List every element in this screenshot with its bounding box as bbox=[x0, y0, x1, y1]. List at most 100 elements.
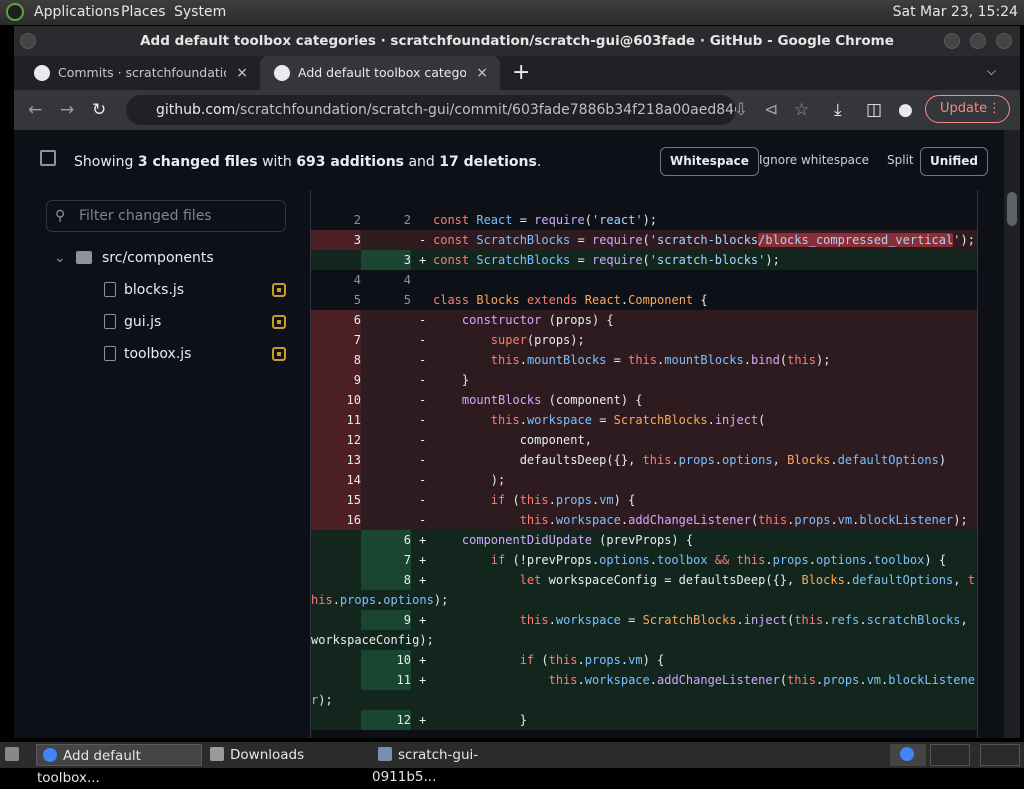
chrome-window: Add default toolbox categories · scratch… bbox=[14, 26, 1020, 738]
files-count: 3 changed files bbox=[137, 154, 258, 170]
close-window-icon[interactable] bbox=[996, 33, 1012, 49]
browser-toolbar: ← → ↻ github.com/scratchfoundation/scrat… bbox=[14, 90, 1020, 130]
summary-text: and bbox=[408, 154, 435, 170]
install-app-icon[interactable]: ⇩ bbox=[734, 100, 748, 120]
places-menu[interactable]: Places bbox=[121, 4, 166, 20]
close-tab-icon[interactable]: × bbox=[236, 56, 248, 90]
taskbar-downloads-window[interactable]: Downloads bbox=[204, 744, 370, 766]
filter-changed-files-input[interactable]: ⚲ Filter changed files bbox=[46, 200, 286, 232]
modified-icon bbox=[272, 283, 286, 297]
reload-icon[interactable]: ↻ bbox=[92, 100, 106, 120]
diff-line: 10 + if (this.props.vm) { bbox=[311, 650, 977, 670]
bookmark-star-icon[interactable]: ☆ bbox=[794, 100, 809, 120]
modified-icon bbox=[272, 315, 286, 329]
file-label: toolbox.js bbox=[124, 346, 192, 362]
desktop-top-panel: Applications Places System Sat Mar 23, 1… bbox=[0, 0, 1024, 25]
update-button[interactable]: Update ⋮ bbox=[925, 95, 1010, 123]
diff-line: 9- } bbox=[311, 370, 977, 390]
tab-strip: Commits · scratchfoundation/ × Add defau… bbox=[14, 56, 1020, 90]
show-desktop-icon[interactable] bbox=[2, 744, 22, 766]
address-bar[interactable]: github.com/scratchfoundation/scratch-gui… bbox=[126, 95, 736, 125]
close-tab-icon[interactable]: × bbox=[476, 56, 488, 90]
applications-menu[interactable]: Applications bbox=[34, 4, 120, 20]
archive-icon bbox=[378, 747, 392, 761]
workspace-2[interactable] bbox=[930, 744, 970, 766]
tree-file[interactable]: blocks.js bbox=[54, 274, 294, 306]
taskbar-chrome-window[interactable]: Add default toolbox... bbox=[36, 744, 202, 786]
url-host: github.com bbox=[156, 102, 236, 118]
distro-logo-icon[interactable] bbox=[6, 3, 24, 21]
diff-line: 5 5 class Blocks extends React.Component { bbox=[353, 293, 708, 307]
chevron-down-icon[interactable]: ⌄ bbox=[54, 242, 66, 274]
folder-icon bbox=[210, 747, 224, 761]
share-icon[interactable]: ⊲ bbox=[764, 100, 778, 120]
diff-line: 6 + componentDidUpdate (prevProps) { bbox=[311, 530, 977, 550]
window-titlebar[interactable]: Add default toolbox categories · scratch… bbox=[14, 26, 1020, 56]
workspace-3[interactable] bbox=[980, 744, 1020, 766]
toggle-file-tree-icon[interactable] bbox=[40, 150, 56, 166]
whitespace-button[interactable]: Whitespace bbox=[660, 147, 759, 176]
diff-line: 15- if (this.props.vm) { bbox=[311, 490, 977, 510]
forward-icon[interactable]: → bbox=[60, 100, 74, 120]
update-label: Update bbox=[940, 101, 988, 116]
tree-file[interactable]: gui.js bbox=[54, 306, 294, 338]
diff-line: 14- ); bbox=[311, 470, 977, 490]
back-icon[interactable]: ← bbox=[28, 100, 42, 120]
new-tab-button[interactable]: + bbox=[512, 60, 530, 85]
diff-line: 9 + this.workspace = ScratchBlocks.inject… bbox=[311, 610, 977, 650]
tab-label: Commits · scratchfoundation/ bbox=[58, 65, 226, 80]
tree-folder[interactable]: ⌄ src/components bbox=[54, 242, 294, 274]
file-icon bbox=[104, 314, 116, 329]
tab-commits[interactable]: Commits · scratchfoundation/ × bbox=[20, 56, 260, 90]
github-icon bbox=[274, 65, 290, 81]
summary-text: with bbox=[262, 154, 292, 170]
modified-icon bbox=[272, 347, 286, 361]
diff-line: 44 bbox=[353, 273, 411, 287]
diff-line: 2 2 const React = require('react'); bbox=[353, 213, 658, 227]
diff-line: 8 + let workspaceConfig = defaultsDeep({}… bbox=[311, 570, 977, 610]
ignore-whitespace-button[interactable]: Ignore whitespace bbox=[750, 147, 878, 176]
diff-line: 16- this.workspace.addChangeListener(thi… bbox=[311, 510, 977, 530]
diff-line: 12- component, bbox=[311, 430, 977, 450]
unified-button[interactable]: Unified bbox=[920, 147, 989, 176]
tab-label: Add default toolbox categorie bbox=[298, 65, 466, 80]
diff-line: 7 + if (!prevProps.options.toolbox && thi… bbox=[311, 550, 977, 570]
diff-line: 3 + const ScratchBlocks = require('scratch… bbox=[311, 250, 977, 270]
maximize-icon[interactable] bbox=[970, 33, 986, 49]
minimize-icon[interactable] bbox=[944, 33, 960, 49]
side-panel-icon[interactable]: ◫ bbox=[866, 100, 882, 120]
additions-count: 693 additions bbox=[296, 154, 405, 170]
downloads-icon[interactable]: ⤓ bbox=[834, 100, 842, 120]
system-menu[interactable]: System bbox=[174, 4, 226, 20]
deletions-count: 17 deletions bbox=[439, 154, 537, 170]
diff-toolbar: Showing 3 changed files with 693 additio… bbox=[14, 130, 1004, 190]
search-icon: ⚲ bbox=[55, 208, 66, 224]
clock[interactable]: Sat Mar 23, 15:24 bbox=[893, 4, 1018, 20]
taskbar-archive-window[interactable]: scratch-gui-0911b5... bbox=[372, 744, 538, 785]
profile-icon[interactable]: ● bbox=[898, 100, 913, 120]
page-scrollbar[interactable] bbox=[1004, 130, 1020, 738]
window-title: Add default toolbox categories · scratch… bbox=[140, 33, 894, 49]
file-icon bbox=[104, 282, 116, 297]
kebab-menu-icon[interactable]: ⋮ bbox=[988, 96, 1001, 122]
diff-line: 11- this.workspace = ScratchBlocks.injec… bbox=[311, 410, 977, 430]
workspace-switcher[interactable] bbox=[890, 744, 926, 766]
folder-icon bbox=[76, 251, 92, 264]
diff-line: 3- const ScratchBlocks = require('scratch… bbox=[311, 230, 977, 250]
diff-line: 7- super(props); bbox=[311, 330, 977, 350]
url-path: /scratchfoundation/scratch-gui/commit/60… bbox=[235, 102, 736, 118]
tab-commit-detail[interactable]: Add default toolbox categorie × bbox=[260, 56, 500, 90]
file-label: blocks.js bbox=[124, 282, 185, 298]
summary-text: Showing bbox=[74, 154, 134, 170]
taskbar-label: Downloads bbox=[230, 747, 305, 763]
scrollbar-thumb[interactable] bbox=[1007, 192, 1017, 226]
window-menu-icon[interactable] bbox=[20, 33, 36, 49]
diff-line: 8- this.mountBlocks = this.mountBlocks.b… bbox=[311, 350, 977, 370]
diff-line: 11 + this.workspace.addChangeListener(thi… bbox=[311, 670, 977, 710]
tab-search-icon[interactable]: ⌵ bbox=[987, 64, 996, 79]
tree-file[interactable]: toolbox.js bbox=[54, 338, 294, 370]
filter-placeholder: Filter changed files bbox=[79, 208, 212, 224]
split-button[interactable]: Split bbox=[878, 147, 923, 176]
github-page: Showing 3 changed files with 693 additio… bbox=[14, 130, 1020, 738]
taskbar: Add default toolbox... Downloads scratch… bbox=[0, 742, 1024, 786]
